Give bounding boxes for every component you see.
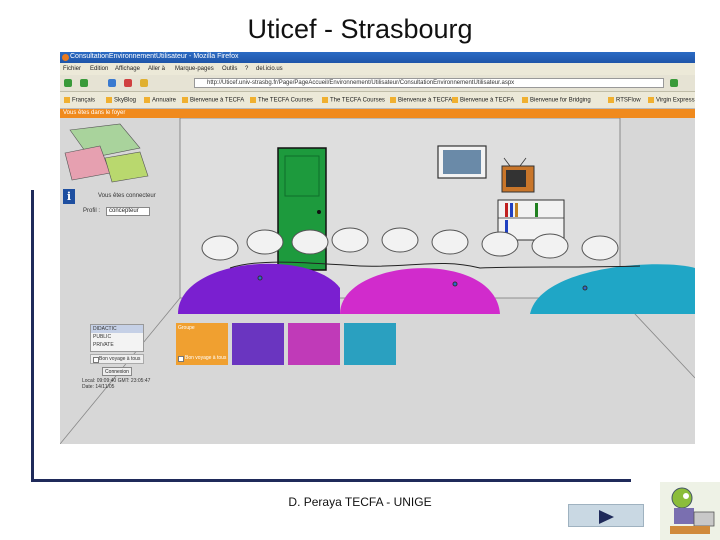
back-icon[interactable] [64,79,72,87]
navigation-toolbar: http://Uticef.univ-strasbg.fr/Page/PageA… [60,75,695,92]
listbox-item[interactable]: PRIVATE [91,341,143,349]
bookmarks-bar: Français SkyBlog Annuaire Bienvenue à TE… [60,92,695,109]
menu-item[interactable]: Aller à [148,66,165,72]
urlbar[interactable]: http://Uticef.univ-strasbg.fr/Page/PageA… [194,78,664,88]
browser-screenshot: ConsultationEnvironnementUtilisateur - M… [60,52,695,444]
menu-bar: Fichier Edition Affichage Aller à Marque… [60,63,695,75]
bookmark-item[interactable]: The TECFA Courses [250,97,313,104]
listbox-item[interactable]: PUBLIC [91,333,143,341]
checkbox-label: Bon voyage à tous [99,356,141,362]
slide-title: Uticef - Strasbourg [247,14,473,44]
menu-item[interactable]: ? [245,66,248,72]
location-banner: Vous êtes dans le foyer [60,109,695,118]
listbox-item[interactable]: DIDACTIC [91,325,143,333]
stop-icon[interactable] [124,79,132,87]
left-rule [31,190,34,482]
logged-status: Vous êtes connecteur [98,193,156,199]
info-icon[interactable]: i [63,189,75,204]
bookmark-item[interactable]: The TECFA Courses [322,97,385,104]
location-banner-text: Vous êtes dans le foyer [63,110,126,116]
bookmark-icon [182,97,188,103]
bookmark-icon [322,97,328,103]
bookmark-item[interactable]: Bienvenue à TECFA [452,97,514,104]
bookmark-item[interactable]: Bienvenue for Bridging [522,97,591,104]
play-icon [599,510,614,524]
color-swatch-cyan[interactable] [344,323,396,365]
picture-frame-icon[interactable] [437,145,487,179]
profil-select-value: concepteur [109,208,139,214]
next-slide-button[interactable] [568,504,644,527]
bookmark-icon [608,97,614,103]
bookmark-item[interactable]: Français [64,97,95,104]
bookmark-icon [64,97,70,103]
go-icon[interactable] [670,79,678,87]
bookmark-icon [106,97,112,103]
window-title: ConsultationEnvironnementUtilisateur - M… [70,53,239,60]
swatch-label: Groupe [178,325,195,331]
url-text: http://Uticef.univ-strasbg.fr/Page/PageA… [207,80,515,86]
menu-item[interactable]: Fichier [63,66,81,72]
menu-item[interactable]: Outils [222,66,237,72]
color-swatch-purple[interactable] [232,323,284,365]
window-titlebar: ConsultationEnvironnementUtilisateur - M… [60,52,695,63]
bookmark-item[interactable]: SkyBlog [106,97,136,104]
mascot-icon [660,482,720,540]
menu-item[interactable]: Marque-pages [175,66,214,72]
swatch-checkbox-label: Bon voyage à tous [185,355,227,361]
bookmark-icon [522,97,528,103]
bookmark-icon [144,97,150,103]
firefox-icon [62,54,69,61]
bookmark-item[interactable]: Virgin Express [648,97,695,104]
home-icon[interactable] [140,79,148,87]
color-swatch-magenta[interactable] [288,323,340,365]
bookmark-icon [250,97,256,103]
swatch-checkbox[interactable]: Bon voyage à tous [176,353,228,364]
profil-label: Profil : [83,208,101,214]
checkbox-box[interactable] [178,356,184,362]
bookmark-item[interactable]: Bienvenue à TECFA [390,97,452,104]
reload-icon[interactable] [108,79,116,87]
bookmark-icon [648,97,654,103]
bookmark-item[interactable]: Bienvenue à TECFA [182,97,244,104]
menu-item[interactable]: del.icio.us [256,66,283,72]
virtual-meeting-room [60,118,695,444]
welcome-checkbox[interactable]: Bon voyage à tous [90,354,144,364]
status-date: Date: 14/11/05 [82,384,115,390]
menu-item[interactable]: Edition [90,66,108,72]
connect-button[interactable]: Connexion [102,367,132,376]
bookmark-item[interactable]: RTSFlow [608,97,641,104]
space-listbox[interactable]: DIDACTIC PUBLIC PRIVATE [90,324,144,352]
bookmark-icon [390,97,396,103]
status-lines: Local: 09:09:40 GMT: 23:05:47 Date: 14/1… [82,378,150,390]
profil-select[interactable]: concepteur [106,207,150,216]
menu-item[interactable]: Affichage [115,66,140,72]
bottom-rule [31,479,631,482]
bookmark-icon [452,97,458,103]
forward-icon[interactable] [80,79,88,87]
bookmark-item[interactable]: Annuaire [144,97,176,104]
